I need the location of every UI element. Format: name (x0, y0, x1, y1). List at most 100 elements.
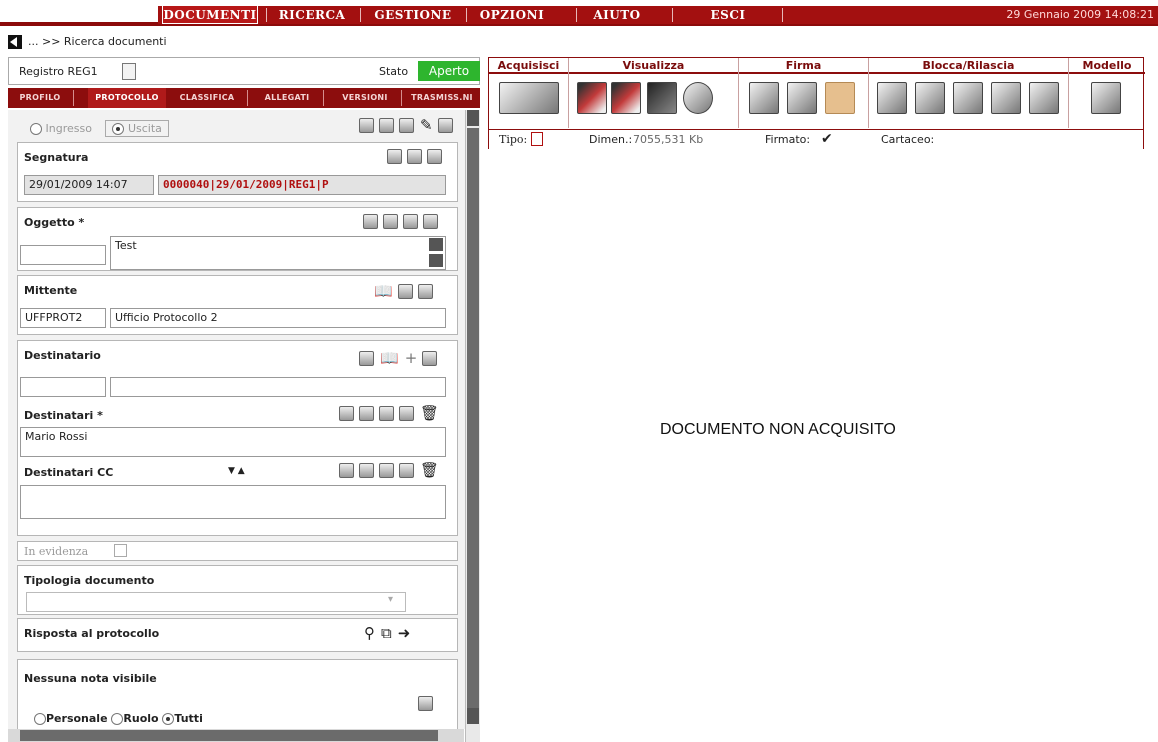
tab-classifica[interactable]: CLASSIFICA (168, 88, 248, 108)
note-icon[interactable] (379, 462, 394, 478)
mittente-box: Mittente 📖 UFFPROT2 Ufficio Protocollo 2 (17, 275, 458, 335)
note-visibility-options: Personale Ruolo Tutti (34, 712, 203, 725)
arrow-right-icon[interactable]: ➜ (398, 624, 411, 642)
scroll-thumb[interactable] (467, 128, 479, 708)
menu-ricerca[interactable]: RICERCA (272, 6, 352, 24)
printer-icon[interactable] (387, 149, 402, 164)
record-icon[interactable] (399, 117, 414, 133)
hscroll-thumb[interactable] (20, 730, 438, 741)
cancel-checkout-icon[interactable] (991, 82, 1021, 114)
uscita-radio[interactable] (112, 123, 125, 135)
stamp-icon[interactable] (427, 149, 442, 164)
scroll-up-icon[interactable] (467, 110, 479, 126)
addressbook-icon[interactable]: 📖 (374, 282, 393, 300)
printer-icon[interactable] (359, 350, 374, 366)
destinatari-cc-list[interactable] (20, 485, 446, 519)
view-binary-icon[interactable] (647, 82, 677, 114)
oggetto-actions (358, 214, 438, 232)
acquisisci-group: Acquisisci (489, 58, 569, 128)
template-icon[interactable] (1091, 82, 1121, 114)
tipologia-box: Tipologia documento ▾ (17, 565, 458, 615)
ingresso-label: Ingresso (45, 122, 92, 135)
segnatura-date: 29/01/2009 14:07 (24, 175, 154, 195)
stato-label: Stato (379, 65, 409, 78)
book-search-icon[interactable] (339, 462, 354, 478)
tipologia-title: Tipologia documento (24, 574, 155, 587)
menu-esci[interactable]: ESCI (698, 6, 758, 24)
note-icon[interactable] (379, 405, 394, 421)
mittente-desc-field[interactable]: Ufficio Protocollo 2 (110, 308, 446, 328)
sort-arrows-icon[interactable]: ▼ ▲ (228, 466, 245, 476)
history-icon[interactable] (683, 82, 713, 114)
scan-add-icon[interactable] (499, 82, 559, 114)
oggetto-box: Oggetto * Test (17, 207, 458, 271)
evidenza-checkbox[interactable] (114, 544, 127, 557)
horizontal-scrollbar[interactable] (8, 729, 464, 742)
save-icon[interactable] (359, 117, 374, 133)
spellcheck-icon[interactable] (363, 214, 378, 229)
abc-icon[interactable] (403, 214, 418, 229)
registro-document-icon[interactable] (122, 63, 136, 80)
menu-aiuto[interactable]: AIUTO (582, 6, 652, 24)
add-icon[interactable]: + (405, 349, 418, 367)
tab-trasmissioni[interactable]: TRASMISS.NI (404, 88, 480, 108)
copy-icon[interactable] (407, 149, 422, 164)
search-icon[interactable]: ⚲ (364, 624, 375, 642)
note-icon[interactable] (418, 696, 433, 711)
checkout-icon[interactable] (877, 82, 907, 114)
print-icon[interactable] (437, 117, 453, 133)
destinatario-desc-field[interactable] (110, 377, 446, 397)
checkin-icon[interactable] (915, 82, 945, 114)
back-arrow-icon[interactable] (8, 35, 22, 49)
confirm-icon[interactable] (1029, 82, 1059, 114)
menu-opzioni[interactable]: OPZIONI (472, 6, 552, 24)
vertical-scrollbar[interactable] (465, 110, 480, 742)
record-icon[interactable] (359, 462, 374, 478)
cosign-icon[interactable] (787, 82, 817, 114)
addressbook-icon[interactable]: 📖 (380, 349, 399, 367)
scroll-down-icon[interactable] (467, 708, 479, 724)
document-icon[interactable] (379, 117, 394, 133)
ingresso-radio[interactable] (30, 123, 42, 135)
document-icon[interactable] (423, 214, 438, 229)
tab-profilo[interactable]: PROFILO (8, 88, 74, 108)
scroll-up-icon[interactable] (429, 238, 443, 251)
unlock-icon[interactable] (953, 82, 983, 114)
ruolo-radio[interactable] (111, 713, 124, 725)
edit-pencil-icon[interactable]: ✎ (420, 116, 433, 134)
personale-radio[interactable] (34, 713, 46, 725)
destinatari-list[interactable]: Mario Rossi (20, 427, 446, 457)
destinatario-code-field[interactable] (20, 377, 106, 397)
tipologia-select[interactable] (26, 592, 406, 612)
tipo-label: Tipo: (499, 133, 528, 146)
book-search-icon[interactable] (339, 405, 354, 421)
sign-icon[interactable] (749, 82, 779, 114)
link-icon[interactable]: ⧉ (381, 624, 392, 642)
mittente-code-field[interactable]: UFFPROT2 (20, 308, 106, 328)
tab-label: CLASSIFICA (179, 93, 235, 102)
menu-gestione[interactable]: GESTIONE (366, 6, 460, 24)
search-document-icon[interactable] (399, 462, 414, 478)
chevron-down-icon[interactable]: ▾ (388, 594, 393, 605)
scroll-down-icon[interactable] (429, 254, 443, 267)
document-icon[interactable] (422, 350, 438, 366)
view-document-icon[interactable] (577, 82, 607, 114)
main-menu: DOCUMENTI RICERCA GESTIONE OPZIONI AIUTO… (158, 6, 1158, 24)
document-icon[interactable] (417, 283, 433, 299)
note-icon[interactable] (383, 214, 398, 229)
smartcard-chip-icon[interactable] (825, 82, 855, 114)
oggetto-textarea[interactable]: Test (110, 236, 446, 270)
tutti-radio[interactable] (162, 713, 175, 725)
view-pdf-icon[interactable] (611, 82, 641, 114)
search-document-icon[interactable] (399, 405, 414, 421)
trash-icon[interactable]: 🗑 (420, 404, 439, 422)
tab-allegati[interactable]: ALLEGATI (252, 88, 324, 108)
record-icon[interactable] (359, 405, 374, 421)
tab-label: TRASMISS.NI (411, 93, 473, 102)
oggetto-code-field[interactable] (20, 245, 106, 265)
tab-versioni[interactable]: VERSIONI (330, 88, 402, 108)
menu-documenti[interactable]: DOCUMENTI (162, 6, 258, 24)
search-document-icon[interactable] (397, 283, 413, 299)
trash-icon[interactable]: 🗑 (420, 461, 439, 479)
tab-protocollo[interactable]: PROTOCOLLO (88, 88, 166, 108)
